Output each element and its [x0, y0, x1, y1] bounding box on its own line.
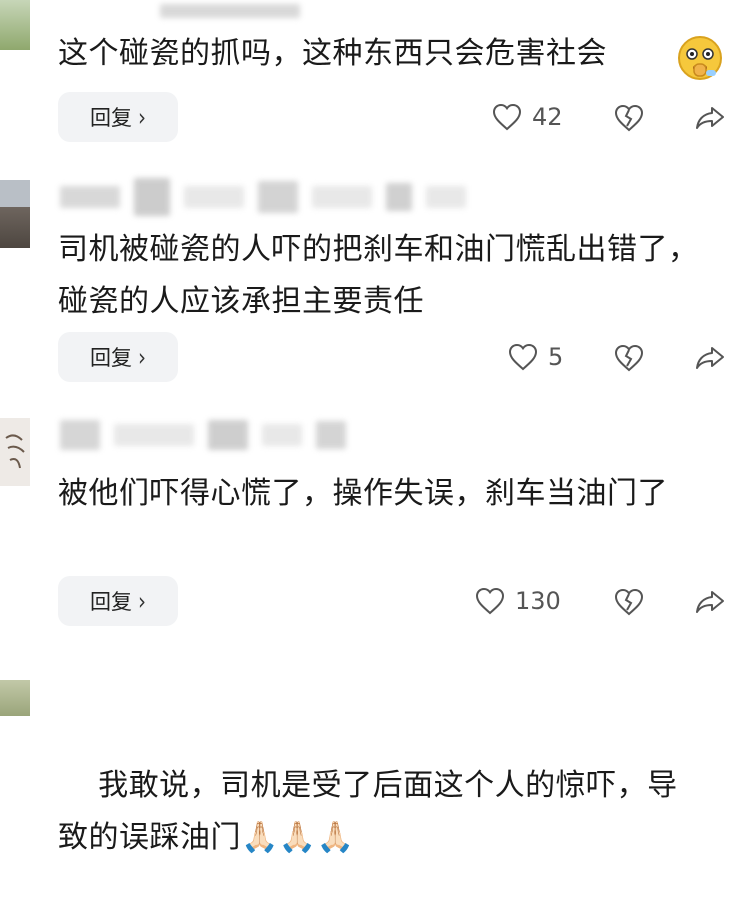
like-button[interactable]: 5: [508, 332, 563, 382]
comment-actions: 回复 › 5: [0, 332, 736, 382]
comment-actions: 回复 › 42: [0, 92, 736, 142]
reply-button[interactable]: 回复 ›: [58, 576, 178, 626]
like-count: 5: [548, 343, 564, 371]
comment-text: 司机被碰瓷的人吓的把刹车和油门慌乱出错了，碰瓷的人应该承担主要责任: [58, 232, 699, 319]
share-arrow-icon: [696, 347, 724, 369]
folded-hands-emoji: 🙏🏻🙏🏻🙏🏻: [241, 820, 355, 855]
broken-heart-icon: [614, 344, 644, 372]
like-button[interactable]: 42: [492, 92, 563, 142]
dislike-button[interactable]: [613, 102, 645, 134]
share-button[interactable]: [694, 102, 726, 134]
avatar[interactable]: [0, 680, 30, 716]
reply-label: 回复: [90, 346, 132, 370]
comment-1: 这个碰瓷的抓吗，这种东西只会危害社会 回复 › 42: [0, 0, 736, 150]
dislike-button[interactable]: [613, 586, 645, 618]
share-arrow-icon: [696, 107, 724, 129]
avatar[interactable]: [0, 0, 30, 50]
broken-heart-icon: [614, 588, 644, 616]
reply-button[interactable]: 回复 ›: [58, 332, 178, 382]
comment-3: 被他们吓得心慌了，操作失误，刹车当油门了 回复 › 130: [0, 418, 736, 633]
username-blurred: [60, 178, 466, 216]
comment-4: 我敢说，司机是受了后面这个人的惊吓，导致的误踩油门🙏🏻🙏🏻🙏🏻: [0, 680, 736, 855]
like-button[interactable]: 130: [475, 576, 561, 626]
heart-outline-icon: [508, 343, 538, 371]
reply-label: 回复: [90, 590, 132, 614]
shushing-face-emoji: [676, 34, 724, 86]
dislike-button[interactable]: [613, 342, 645, 374]
share-button[interactable]: [694, 586, 726, 618]
comment-text: 被他们吓得心慌了，操作失误，刹车当油门了: [58, 476, 668, 511]
share-arrow-icon: [696, 591, 724, 613]
heart-outline-icon: [492, 103, 522, 131]
chevron-right-icon: ›: [138, 586, 146, 616]
chevron-right-icon: ›: [138, 342, 146, 372]
comment-actions: 回复 › 130: [0, 576, 736, 626]
heart-outline-icon: [475, 587, 505, 615]
avatar[interactable]: [0, 180, 30, 248]
comment-2: 司机被碰瓷的人吓的把刹车和油门慌乱出错了，碰瓷的人应该承担主要责任 回复 › 5: [0, 178, 736, 390]
like-count: 130: [515, 587, 561, 615]
like-count: 42: [532, 103, 563, 131]
username-blurred: [60, 420, 346, 450]
comment-text: 我敢说，司机是受了后面这个人的惊吓，导致的误踩油门🙏🏻🙏🏻🙏🏻: [58, 708, 708, 916]
username-blurred: [160, 0, 300, 22]
broken-heart-icon: [614, 104, 644, 132]
comment-text-content: 我敢说，司机是受了后面这个人的惊吓，导致的误踩油门: [58, 768, 678, 855]
chevron-right-icon: ›: [138, 102, 146, 132]
comment-text: 这个碰瓷的抓吗，这种东西只会危害社会: [58, 36, 607, 71]
reply-button[interactable]: 回复 ›: [58, 92, 178, 142]
share-button[interactable]: [694, 342, 726, 374]
avatar[interactable]: [0, 418, 30, 486]
reply-label: 回复: [90, 106, 132, 130]
